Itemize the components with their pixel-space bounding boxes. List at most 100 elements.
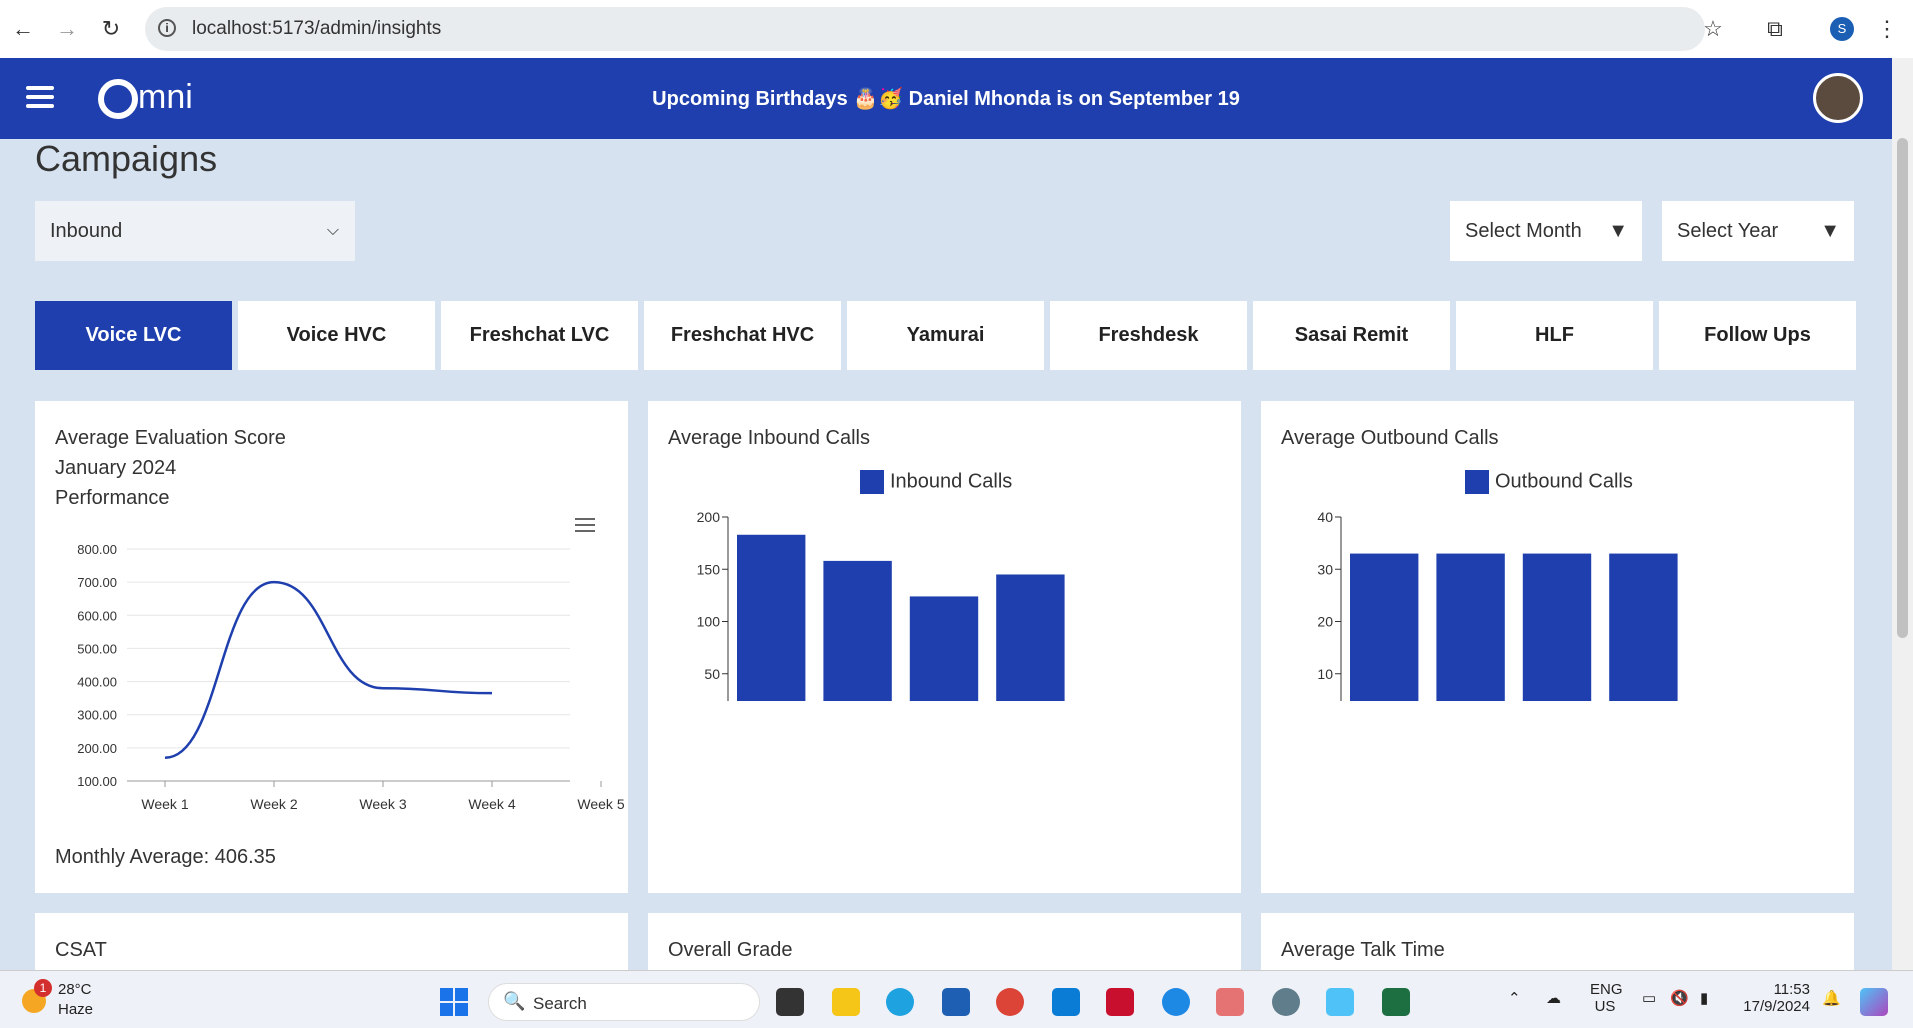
card-title: Average Evaluation Score xyxy=(55,427,286,449)
card-title: Average Inbound Calls xyxy=(668,427,870,449)
y-tick-label: 20 xyxy=(1317,614,1333,630)
weather-badge: 1 xyxy=(34,979,52,997)
tab-freshchat-lvc[interactable]: Freshchat LVC xyxy=(441,301,638,370)
extensions-icon[interactable]: ⧉ xyxy=(1760,14,1790,44)
excel-icon[interactable] xyxy=(1382,988,1410,1016)
outbound-bar-chart: 403020100Week 1Week 2Week 3Week 4Week 5 xyxy=(1317,509,1678,701)
y-tick-label: 700.00 xyxy=(77,575,117,590)
notification-bell-icon[interactable]: 🔔 xyxy=(1822,989,1841,1007)
copilot-icon[interactable] xyxy=(1860,988,1888,1016)
campaign-tabs: Voice LVC Voice HVC Freshchat LVC Freshc… xyxy=(35,301,1856,370)
bar xyxy=(1350,553,1419,701)
store-icon[interactable] xyxy=(942,988,970,1016)
overall-grade-card: Overall Grade xyxy=(648,913,1241,970)
tab-freshdesk[interactable]: Freshdesk xyxy=(1050,301,1247,370)
outbound-calls-card: Average Outbound Calls Outbound Calls 40… xyxy=(1261,401,1854,893)
eval-score-line xyxy=(164,580,493,760)
year-select[interactable]: Select Year ▼ xyxy=(1662,201,1854,261)
volume-muted-icon[interactable]: 🔇 xyxy=(1670,989,1689,1007)
dropdown-arrow-icon: ▼ xyxy=(1608,220,1628,242)
monthly-average: Monthly Average: 406.35 xyxy=(55,846,276,868)
bar xyxy=(996,574,1065,701)
talk-time-card: Average Talk Time xyxy=(1261,913,1854,970)
bar xyxy=(909,596,979,701)
windows-start-icon[interactable] xyxy=(440,988,468,1016)
tab-voice-lvc[interactable]: Voice LVC xyxy=(35,301,232,370)
tab-freshchat-hvc[interactable]: Freshchat HVC xyxy=(644,301,841,370)
snipping-tool-icon[interactable] xyxy=(1216,988,1244,1016)
temperature: 28°C xyxy=(58,981,92,998)
network-icon[interactable]: ▭ xyxy=(1642,989,1656,1007)
eval-score-card: Average Evaluation Score January 2024 Perf… xyxy=(35,401,628,893)
chrome-icon[interactable] xyxy=(996,988,1024,1016)
edge-icon[interactable] xyxy=(886,988,914,1016)
chevron-down-icon: ⌵ xyxy=(326,222,339,239)
tab-yamurai[interactable]: Yamurai xyxy=(847,301,1044,370)
mcafee-icon[interactable] xyxy=(1106,988,1134,1016)
browser-chrome: ← → ↻ i localhost:5173/admin/insights ☆ … xyxy=(0,0,1913,58)
card-title: Average Talk Time xyxy=(1281,939,1445,961)
clock[interactable]: 11:53 17/9/2024 xyxy=(1740,981,1810,1015)
weather-text: Haze xyxy=(58,1001,94,1018)
cloud-app-icon[interactable] xyxy=(1162,988,1190,1016)
info-icon[interactable]: i xyxy=(158,19,176,37)
settings-icon[interactable] xyxy=(1272,988,1300,1016)
eval-line-chart: 800.00 700.00 600.00 500.00 400.00 300.00 200.… xyxy=(77,542,625,812)
y-tick-label: 300.00 xyxy=(77,708,117,723)
profile-avatar[interactable]: S xyxy=(1830,17,1854,41)
vscode-icon[interactable] xyxy=(1052,988,1080,1016)
y-tick-label: 50 xyxy=(704,666,720,682)
bar xyxy=(823,560,892,701)
card-title: CSAT xyxy=(55,939,107,961)
inbound-calls-card: Average Inbound Calls Inbound Calls 200 1… xyxy=(648,401,1241,893)
chart-legend: Inbound Calls xyxy=(860,470,1012,494)
x-tick-label: Week 4 xyxy=(468,796,515,812)
chevron-up-icon[interactable]: ⌃ xyxy=(1508,989,1521,1007)
inbound-bar-chart: 200150100500Week 1Week 2Week 3Week 4Week… xyxy=(697,509,1065,701)
notepad-icon[interactable] xyxy=(1326,988,1354,1016)
tab-hlf[interactable]: HLF xyxy=(1456,301,1653,370)
menu-kebab-icon[interactable]: ⋮ xyxy=(1872,14,1902,44)
tab-voice-hvc[interactable]: Voice HVC xyxy=(238,301,435,370)
card-title: Overall Grade xyxy=(668,939,793,961)
card-subtitle: January 2024 xyxy=(55,457,177,479)
card-title: Average Outbound Calls xyxy=(1281,427,1499,449)
y-tick-label: 150 xyxy=(697,561,721,577)
bar xyxy=(1436,553,1505,701)
y-tick-label: 100 xyxy=(697,614,721,630)
star-icon[interactable]: ☆ xyxy=(1698,14,1728,44)
chart-menu-icon[interactable] xyxy=(575,518,595,532)
back-icon[interactable]: ← xyxy=(8,14,38,44)
taskbar-search[interactable]: 🔍 Search xyxy=(488,983,760,1021)
search-icon: 🔍 xyxy=(503,991,526,1011)
bar xyxy=(737,534,806,701)
tab-sasai-remit[interactable]: Sasai Remit xyxy=(1253,301,1450,370)
page-scrollbar[interactable] xyxy=(1892,58,1913,970)
language-indicator[interactable]: ENG US xyxy=(1590,981,1623,1015)
bar xyxy=(1522,553,1592,701)
tab-follow-ups[interactable]: Follow Ups xyxy=(1659,301,1856,370)
y-tick-label: 30 xyxy=(1317,561,1333,577)
x-tick-label: Week 2 xyxy=(250,796,297,812)
file-explorer-icon[interactable] xyxy=(832,988,860,1016)
y-tick-label: 10 xyxy=(1317,666,1333,682)
chart-legend: Outbound Calls xyxy=(1465,470,1633,494)
page-title: Campaigns xyxy=(35,138,218,179)
y-tick-label: 500.00 xyxy=(77,641,117,656)
y-tick-label: 800.00 xyxy=(77,542,117,557)
battery-icon[interactable]: ▮ xyxy=(1700,989,1708,1007)
forward-icon[interactable]: → xyxy=(52,14,82,44)
bar xyxy=(1609,553,1678,701)
reload-icon[interactable]: ↻ xyxy=(96,14,126,44)
user-avatar[interactable] xyxy=(1813,73,1863,123)
birthday-banner: Upcoming Birthdays 🎂🥳 Daniel Mhonda is o… xyxy=(652,88,1240,110)
y-tick-label: 40 xyxy=(1317,509,1333,525)
task-view-icon[interactable] xyxy=(776,988,804,1016)
month-select[interactable]: Select Month ▼ xyxy=(1450,201,1642,261)
app-header: mni Upcoming Birthdays 🎂🥳 Daniel Mhonda … xyxy=(0,58,1892,139)
y-tick-label: 600.00 xyxy=(77,608,117,623)
csat-card: CSAT xyxy=(35,913,628,970)
dropdown-arrow-icon: ▼ xyxy=(1820,220,1840,242)
campaign-select[interactable]: Inbound ⌵ xyxy=(35,201,355,261)
onedrive-icon[interactable]: ☁ xyxy=(1546,989,1561,1007)
